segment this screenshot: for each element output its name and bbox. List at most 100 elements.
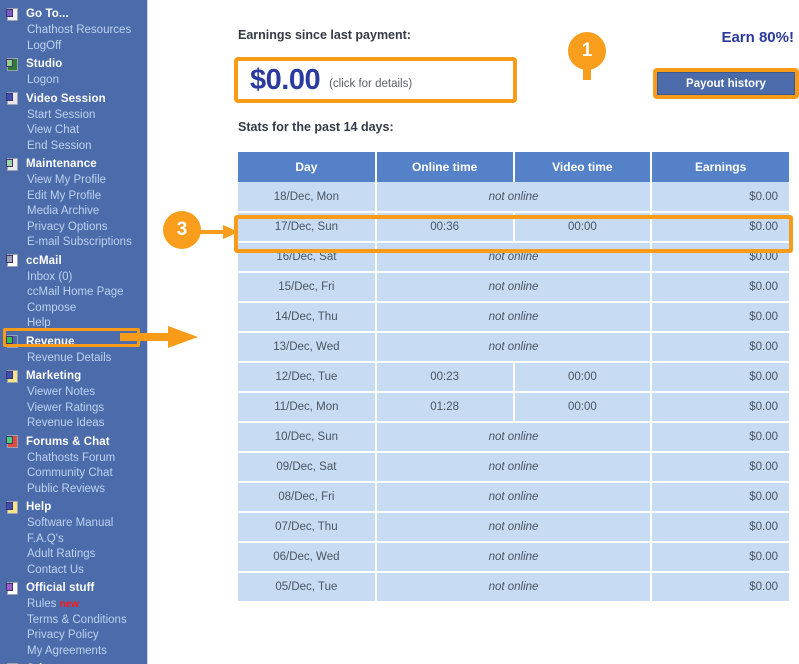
table-row[interactable]: 13/Dec, Wednot online$0.00 [238,332,789,362]
sidebar-item-privacy-policy[interactable]: Privacy Policy [0,628,147,644]
sidebar-item-inbox-0[interactable]: Inbox (0) [0,270,147,286]
sidebar-group-header: Help [0,499,147,516]
sidebar-item-label: Contact Us [27,564,84,576]
sidebar-group-title: Revenue [26,335,75,350]
sidebar-item-media-archive[interactable]: Media Archive [0,204,147,220]
revenue-icon [6,335,21,349]
sidebar-item-edit-my-profile[interactable]: Edit My Profile [0,189,147,205]
sidebar-item-label: View My Profile [27,174,106,186]
table-row[interactable]: 16/Dec, Satnot online$0.00 [238,242,789,272]
sidebar-item-chathost-resources[interactable]: Chathost Resources [0,23,147,39]
sidebar-item-label: Privacy Policy [27,629,99,641]
table-row[interactable]: 07/Dec, Thunot online$0.00 [238,512,789,542]
annotation-badge-3: 3 [163,211,201,249]
sidebar-item-label: Rules [27,598,56,610]
column-header-earnings[interactable]: Earnings [651,152,789,182]
cell-earnings: $0.00 [651,242,789,272]
cell-day: 17/Dec, Sun [238,212,376,242]
sidebar-item-software-manual[interactable]: Software Manual [0,516,147,532]
sidebar-item-label: My Agreements [27,645,107,657]
table-row[interactable]: 08/Dec, Frinot online$0.00 [238,482,789,512]
table-row[interactable]: 15/Dec, Frinot online$0.00 [238,272,789,302]
cell-not-online: not online [376,482,652,512]
sidebar-item-end-session[interactable]: End Session [0,139,147,155]
sidebar-item-label: Start Session [27,109,95,121]
annotation-badge-1: 1 [568,32,606,70]
sidebar-item-revenue-ideas[interactable]: Revenue Ideas [0,416,147,432]
payout-history-button[interactable]: Payout history [657,72,795,95]
sidebar-group-studio: StudioLogon [0,56,147,89]
cell-day: 14/Dec, Thu [238,302,376,332]
table-row[interactable]: 06/Dec, Wednot online$0.00 [238,542,789,572]
sidebar-item-label: Terms & Conditions [27,614,127,626]
cell-video-time: 00:00 [514,212,652,242]
sidebar-item-label: Help [27,317,51,329]
earnings-click-hint: (click for details) [329,78,412,90]
sidebar-item-view-my-profile[interactable]: View My Profile [0,173,147,189]
table-row[interactable]: 10/Dec, Sunnot online$0.00 [238,422,789,452]
sidebar-item-chathosts-forum[interactable]: Chathosts Forum [0,451,147,467]
table-row[interactable]: 14/Dec, Thunot online$0.00 [238,302,789,332]
sidebar-item-viewer-notes[interactable]: Viewer Notes [0,385,147,401]
cell-not-online: not online [376,542,652,572]
table-row[interactable]: 12/Dec, Tue00:2300:00$0.00 [238,362,789,392]
sidebar-item-viewer-ratings[interactable]: Viewer Ratings [0,401,147,417]
sidebar-item-label: Inbox (0) [27,271,72,283]
sidebar-item-privacy-options[interactable]: Privacy Options [0,220,147,236]
sidebar-item-label: Adult Ratings [27,548,95,560]
sidebar-item-label: Viewer Notes [27,386,95,398]
earnings-amount: $0.00 [250,64,320,97]
sidebar-group-go-to: Go To...Chathost ResourcesLogOff [0,6,147,54]
sidebar-item-start-session[interactable]: Start Session [0,108,147,124]
earnings-box[interactable]: $0.00 (click for details) [234,57,517,103]
sidebar-item-view-chat[interactable]: View Chat [0,123,147,139]
sidebar-group-title: Video Session [26,92,106,107]
sidebar-item-label: Compose [27,302,76,314]
column-header-day[interactable]: Day [238,152,376,182]
cell-online-time: 00:23 [376,362,514,392]
sidebar-item-terms-conditions[interactable]: Terms & Conditions [0,613,147,629]
sidebar-group-video-session: Video Session Start Session View ChatEnd S… [0,91,147,155]
sidebar-group-maintenance: MaintenanceView My ProfileEdit My Profil… [0,156,147,251]
cell-day: 10/Dec, Sun [238,422,376,452]
forums-chat-icon [6,435,21,449]
sidebar-item-my-agreements[interactable]: My Agreements [0,644,147,660]
sidebar-item-logoff[interactable]: LogOff [0,39,147,55]
cell-earnings: $0.00 [651,362,789,392]
sidebar-item-e-mail-subscriptions[interactable]: E-mail Subscriptions [0,235,147,251]
earn-percent-label: Earn 80%! [721,29,794,46]
sidebar-item-rules[interactable]: Rules new [0,597,147,613]
sidebar-item-label: Revenue Details [27,352,111,364]
cell-day: 05/Dec, Tue [238,572,376,602]
sidebar-item-revenue-details[interactable]: Revenue Details [0,351,147,367]
sidebar-item-label: Viewer Ratings [27,402,104,414]
column-header-video-time[interactable]: Video time [514,152,652,182]
earnings-label: Earnings since last payment: [238,28,411,42]
table-row[interactable]: 17/Dec, Sun00:3600:00$0.00 [238,212,789,242]
cell-video-time: 00:00 [514,362,652,392]
sidebar-group-header: Studio [0,56,147,73]
table-row[interactable]: 11/Dec, Mon01:2800:00$0.00 [238,392,789,422]
table-row[interactable]: 09/Dec, Satnot online$0.00 [238,452,789,482]
cell-day: 15/Dec, Fri [238,272,376,302]
sidebar-item-public-reviews[interactable]: Public Reviews [0,482,147,498]
sidebar-item-logon[interactable]: Logon [0,73,147,89]
stats-table: Day Online time Video time Earnings 18/D… [238,152,789,603]
table-row[interactable]: 18/Dec, Monnot online$0.00 [238,182,789,212]
cell-earnings: $0.00 [651,512,789,542]
sidebar-item-adult-ratings[interactable]: Adult Ratings [0,547,147,563]
sidebar-item-label: Public Reviews [27,483,105,495]
sidebar-item-f-a-q-s[interactable]: F.A.Q's [0,532,147,548]
sidebar-item-ccmail-home-page[interactable]: ccMail Home Page [0,285,147,301]
sidebar-item-label: End Session [27,140,92,152]
sidebar-group-title: Help [26,500,51,515]
sidebar-item-label: Revenue Ideas [27,417,104,429]
sidebar-group-forums-chat: Forums & ChatChathosts ForumCommunity Ch… [0,434,147,498]
sidebar-item-compose[interactable]: Compose [0,301,147,317]
sidebar-item-contact-us[interactable]: Contact Us [0,563,147,579]
sidebar-group-header: Go To... [0,6,147,23]
sidebar-item-community-chat[interactable]: Community Chat [0,466,147,482]
column-header-online-time[interactable]: Online time [376,152,514,182]
sidebar-item-label: Chathosts Forum [27,452,115,464]
table-row[interactable]: 05/Dec, Tuenot online$0.00 [238,572,789,602]
